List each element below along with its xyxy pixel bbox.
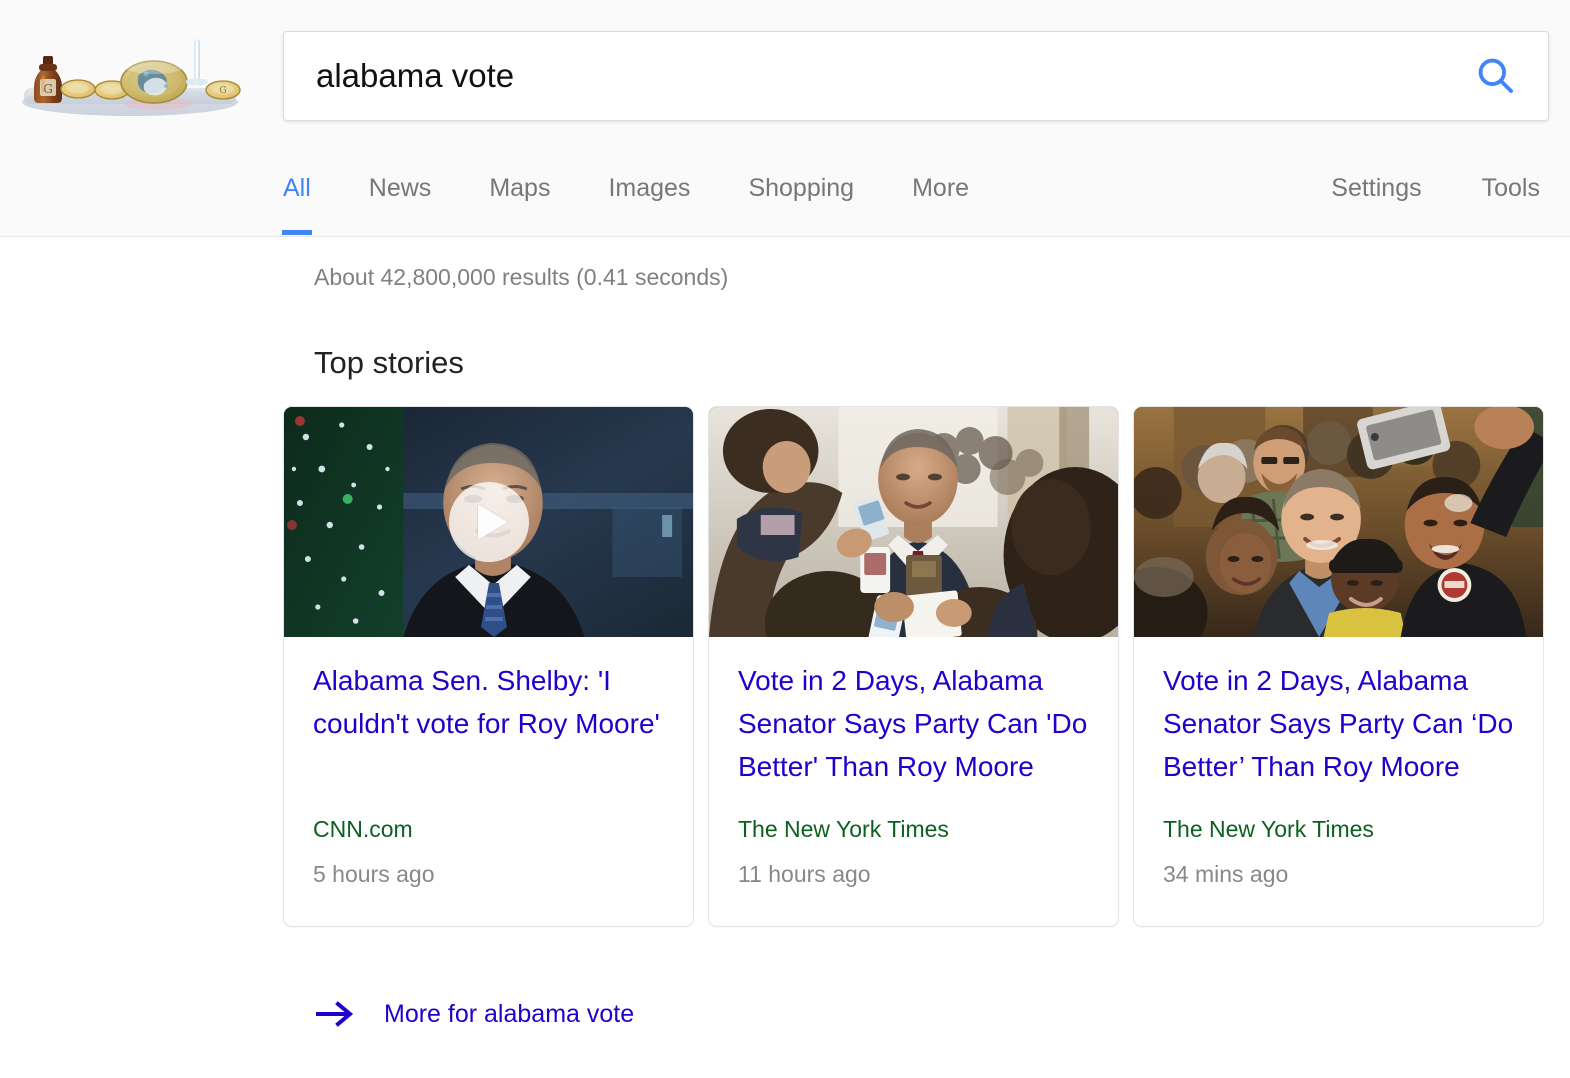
tools-button[interactable]: Tools xyxy=(1482,150,1540,201)
arrow-right-icon xyxy=(314,1000,356,1028)
story-timestamp: 34 mins ago xyxy=(1163,861,1289,887)
tab-shopping[interactable]: Shopping xyxy=(748,150,854,201)
google-doodle-logo[interactable]: G G xyxy=(18,34,243,118)
search-icon xyxy=(1478,58,1513,93)
tab-all[interactable]: All xyxy=(282,150,312,235)
top-story-card[interactable]: Alabama Sen. Shelby: 'I couldn't vote fo… xyxy=(283,406,694,927)
card-body: Vote in 2 Days, Alabama Senator Says Par… xyxy=(1134,637,1543,926)
story-title[interactable]: Alabama Sen. Shelby: 'I couldn't vote fo… xyxy=(313,659,664,745)
story-title[interactable]: Vote in 2 Days, Alabama Senator Says Par… xyxy=(1163,659,1514,788)
search-button[interactable] xyxy=(1444,32,1548,120)
card-spacer xyxy=(738,788,1089,800)
story-timestamp: 11 hours ago xyxy=(738,861,871,887)
nav-tabs-primary: All News Maps Images Shopping More xyxy=(282,150,1027,235)
story-source: CNN.com xyxy=(313,816,413,842)
tab-maps[interactable]: Maps xyxy=(489,150,550,201)
search-input[interactable] xyxy=(284,57,1444,95)
search-nav-tabs: All News Maps Images Shopping More Setti… xyxy=(0,150,1570,236)
thumb-image xyxy=(709,407,1118,637)
search-results-page: G G alabama vote All News Maps Images Sh… xyxy=(0,0,1570,1078)
card-spacer xyxy=(1163,788,1514,800)
thumb-shelby-interview[interactable] xyxy=(284,407,693,637)
nav-tabs-secondary: Settings Tools xyxy=(1271,150,1540,201)
thumb-image xyxy=(1134,407,1543,637)
story-source: The New York Times xyxy=(738,816,949,842)
top-story-card[interactable]: Vote in 2 Days, Alabama Senator Says Par… xyxy=(708,406,1119,927)
settings-button[interactable]: Settings xyxy=(1331,150,1421,201)
doodle-artwork: G G xyxy=(22,39,241,116)
story-timestamp: 5 hours ago xyxy=(313,861,435,887)
card-spacer xyxy=(313,745,664,800)
thumb-senator-press-scrum[interactable] xyxy=(709,407,1118,637)
card-body: Alabama Sen. Shelby: 'I couldn't vote fo… xyxy=(284,637,693,926)
page-header: G G alabama vote All News Maps Images Sh… xyxy=(0,0,1570,237)
card-body: Vote in 2 Days, Alabama Senator Says Par… xyxy=(709,637,1118,926)
tab-images[interactable]: Images xyxy=(608,150,690,201)
more-for-query-link[interactable]: More for alabama vote xyxy=(314,1000,634,1028)
top-stories-carousel: Alabama Sen. Shelby: 'I couldn't vote fo… xyxy=(283,406,1544,927)
thumb-crowd-selfie[interactable] xyxy=(1134,407,1543,637)
story-source: The New York Times xyxy=(1163,816,1374,842)
story-title[interactable]: Vote in 2 Days, Alabama Senator Says Par… xyxy=(738,659,1089,788)
svg-text:G: G xyxy=(219,86,226,96)
search-box[interactable] xyxy=(283,31,1549,121)
tab-news[interactable]: News xyxy=(369,150,432,201)
more-link-label: More for alabama vote xyxy=(384,999,635,1028)
results-count: About 42,800,000 results (0.41 seconds) xyxy=(314,264,729,290)
play-button[interactable] xyxy=(448,482,529,562)
play-triangle-icon xyxy=(478,504,508,540)
tab-more[interactable]: More xyxy=(912,150,969,201)
top-story-card[interactable]: Vote in 2 Days, Alabama Senator Says Par… xyxy=(1133,406,1544,927)
top-stories-heading: Top stories xyxy=(314,345,464,380)
